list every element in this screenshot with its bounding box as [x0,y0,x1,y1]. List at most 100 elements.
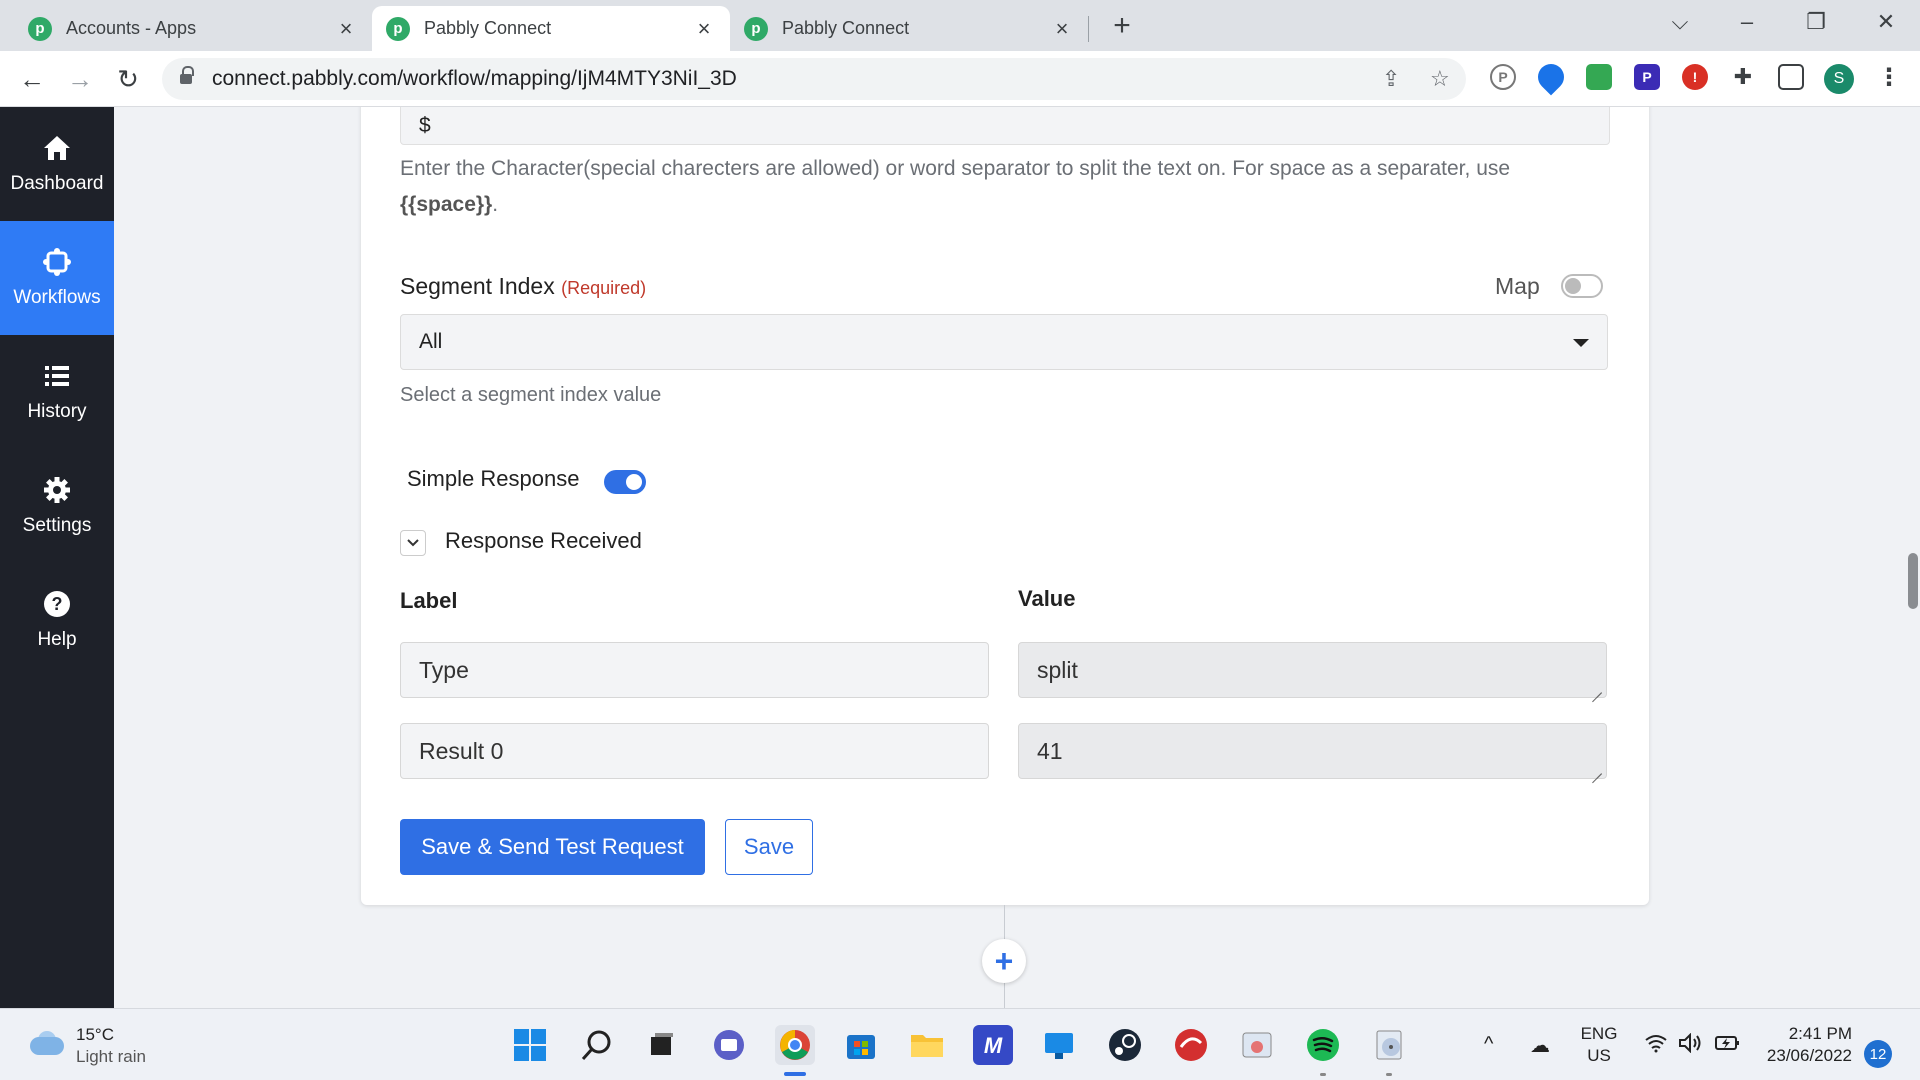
file-explorer-icon[interactable] [907,1025,947,1065]
close-icon[interactable]: × [334,16,358,42]
show-hidden-icons-chevron-icon[interactable]: ^ [1484,1033,1493,1056]
url-text[interactable]: connect.pabbly.com/workflow/mapping/IjM4… [212,67,737,91]
close-icon[interactable]: × [692,16,716,42]
segment-index-hint: Select a segment index value [400,384,662,406]
tab-divider [1088,16,1089,42]
app-m-icon[interactable]: M [973,1025,1013,1065]
svg-text:M: M [984,1033,1003,1058]
battery-charging-icon[interactable] [1714,1033,1742,1059]
reload-icon[interactable]: ↻ [110,61,146,97]
caret-down-icon [1573,339,1589,347]
pabbly-favicon-icon: p [386,16,410,41]
weather-description: Light rain [76,1047,146,1066]
photos-app-icon[interactable] [1237,1025,1277,1065]
response-value-field[interactable]: split [1018,642,1607,698]
segment-index-select[interactable]: All [400,314,1608,370]
tab-title: Accounts - Apps [66,18,197,38]
disc-burner-icon[interactable] [1369,1025,1409,1065]
sidebar-item-label: Help [37,629,77,650]
search-icon[interactable] [577,1025,617,1065]
save-button[interactable]: Save [725,819,813,875]
task-view-icon[interactable] [641,1025,681,1065]
remote-desktop-icon[interactable] [1039,1025,1079,1065]
response-received-label: Response Received [445,528,642,553]
sidebar-item-dashboard[interactable]: Dashboard [0,107,114,221]
extension-red-icon[interactable]: ! [1682,64,1708,90]
map-toggle[interactable] [1561,274,1603,298]
back-arrow-icon[interactable]: ← [14,61,50,97]
profile-avatar[interactable]: S [1824,64,1854,94]
resize-grip-icon[interactable] [1592,683,1602,693]
extensions-puzzle-icon[interactable]: ✚ [1730,64,1756,90]
weather-temperature: 15°C [76,1025,114,1044]
response-value-text: split [1037,656,1078,683]
response-received-collapse-button[interactable] [400,530,426,556]
segment-index-selected-value: All [419,330,443,353]
required-marker: (Required) [561,278,647,298]
tab-pabbly-connect-active[interactable]: p Pabbly Connect × [372,6,730,51]
clock[interactable]: 2:41 PM 23/06/2022 [1752,1023,1852,1067]
side-panel-icon[interactable] [1778,64,1804,90]
response-label-field[interactable]: Type [400,642,989,698]
tab-pabbly-connect[interactable]: p Pabbly Connect × [730,6,1088,51]
sidebar-item-label: History [27,401,87,422]
share-icon[interactable]: ⇪ [1382,66,1400,92]
extension-location-pin-icon[interactable] [1532,58,1570,96]
windows-taskbar: 15°C Light rain M ^ ☁ ENG US 2:41 PM 23/… [0,1008,1920,1080]
segment-index-label-text: Segment Index [400,273,555,299]
separator-help-text: Enter the Character(special charecters a… [400,151,1600,223]
minimize-icon[interactable]: – [1727,6,1767,38]
svg-text:?: ? [52,594,63,614]
chrome-icon[interactable] [775,1025,815,1065]
onedrive-cloud-icon[interactable]: ☁ [1530,1033,1550,1058]
resize-grip-icon[interactable] [1592,764,1602,774]
page-scrollbar-thumb[interactable] [1908,553,1918,609]
close-icon[interactable]: × [1050,16,1074,42]
sidebar-item-history[interactable]: History [0,335,114,449]
windows-start-icon[interactable] [510,1025,550,1065]
teams-chat-icon[interactable] [709,1025,749,1065]
new-tab-plus-icon[interactable]: + [1107,10,1137,42]
app-sidebar: Dashboard Workflows History Settings ? H… [0,107,114,1008]
bookmark-star-icon[interactable]: ☆ [1430,66,1450,92]
spotify-icon[interactable] [1303,1025,1343,1065]
window-close-icon[interactable]: ✕ [1866,6,1906,38]
restore-icon[interactable]: ❐ [1796,6,1836,38]
notification-count-badge[interactable]: 12 [1864,1040,1892,1068]
more-menu-icon[interactable]: ⋮ [1876,64,1902,91]
extension-pabbly-icon[interactable]: P [1634,64,1660,90]
extension-folder-icon[interactable] [1586,64,1612,90]
microsoft-store-icon[interactable] [841,1025,881,1065]
address-bar[interactable]: connect.pabbly.com/workflow/mapping/IjM4… [162,58,1466,100]
chrome-active-indicator [784,1072,806,1076]
tab-accounts-apps[interactable]: p Accounts - Apps × [14,6,372,51]
response-label-field[interactable]: Result 0 [400,723,989,779]
clock-time: 2:41 PM [1788,1024,1852,1043]
pabbly-favicon-icon: p [28,16,52,41]
sidebar-item-settings[interactable]: Settings [0,449,114,563]
sidebar-item-workflows[interactable]: Workflows [0,221,114,335]
weather-widget[interactable]: 15°C Light rain [28,1024,146,1068]
volume-icon[interactable] [1678,1032,1704,1059]
forward-arrow-icon[interactable]: → [62,61,98,97]
wifi-icon[interactable] [1644,1033,1668,1059]
browser-tab-strip: p Accounts - Apps × p Pabbly Connect × p… [0,0,1920,51]
response-value-field[interactable]: 41 [1018,723,1607,779]
separator-input[interactable]: $ [400,107,1610,145]
workflow-icon [43,248,71,276]
save-send-test-request-button[interactable]: Save & Send Test Request [400,819,705,875]
map-label: Map [1495,273,1540,299]
security-app-icon[interactable] [1171,1025,1211,1065]
separator-help-suffix: . [492,193,499,216]
language-indicator[interactable]: ENG US [1576,1023,1622,1067]
region-code: US [1587,1046,1611,1065]
lock-icon[interactable] [180,66,194,86]
add-step-plus-icon[interactable]: + [982,939,1026,983]
tab-search-chevron-icon[interactable]: ⌵ [1660,6,1700,38]
sidebar-item-help[interactable]: ? Help [0,563,114,677]
label-column-header: Label [400,588,458,613]
extension-p-circle-icon[interactable]: P [1490,64,1516,90]
steam-icon[interactable] [1105,1025,1145,1065]
simple-response-toggle[interactable] [604,470,646,494]
tab-title: Pabbly Connect [782,18,910,38]
